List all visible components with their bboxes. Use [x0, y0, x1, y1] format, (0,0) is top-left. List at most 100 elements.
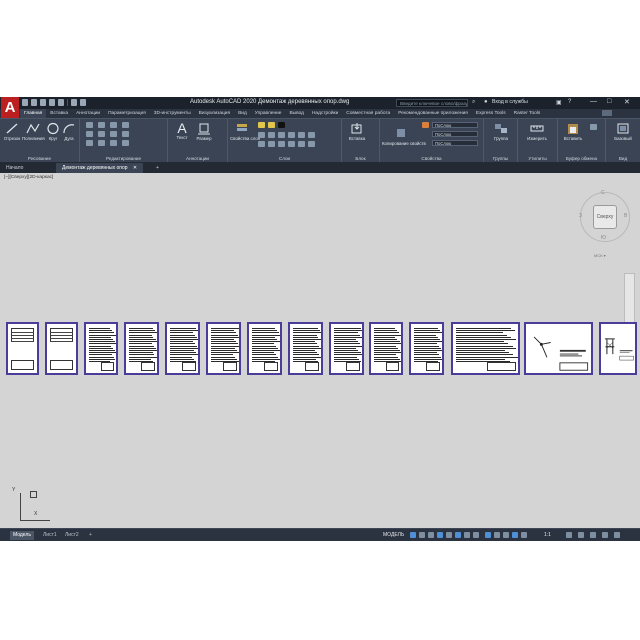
- layer-freeze-icon[interactable]: [268, 122, 275, 128]
- layer-tool-icon[interactable]: [308, 132, 315, 138]
- offset-icon[interactable]: [122, 140, 129, 146]
- drawing-sheet[interactable]: [124, 322, 159, 375]
- tab-collaborate[interactable]: Совместная работа: [342, 109, 394, 118]
- plot-icon[interactable]: [58, 99, 64, 106]
- login-button[interactable]: Вход в службы: [492, 99, 528, 105]
- annotation-visibility-icon[interactable]: [512, 532, 518, 538]
- save-as-icon[interactable]: [49, 99, 55, 106]
- grid-icon[interactable]: [410, 532, 416, 538]
- color-select[interactable]: ПоСлою: [432, 122, 478, 128]
- match-properties-button[interactable]: Копирование свойств: [382, 127, 426, 146]
- layout-tab-model[interactable]: Модель: [10, 531, 34, 540]
- isodraft-icon[interactable]: [446, 532, 452, 538]
- open-icon[interactable]: [31, 99, 37, 106]
- panel-annotation-title[interactable]: Аннотации: [168, 156, 227, 161]
- base-view-button[interactable]: Базовый: [608, 122, 638, 141]
- tab-3d-tools[interactable]: 3D-инструменты: [150, 109, 195, 118]
- clean-screen-icon[interactable]: [602, 532, 608, 538]
- layer-tool-icon[interactable]: [308, 141, 315, 147]
- maximize-button[interactable]: □: [607, 98, 611, 105]
- tab-visualize[interactable]: Визуализация: [195, 109, 234, 118]
- drawing-sheet[interactable]: [6, 322, 39, 375]
- annotation-scale[interactable]: 1:1: [544, 532, 551, 538]
- ortho-icon[interactable]: [428, 532, 434, 538]
- move-icon[interactable]: [86, 122, 93, 128]
- color-wheel-icon[interactable]: [422, 122, 429, 128]
- close-button[interactable]: ✕: [624, 98, 630, 106]
- navigation-bar[interactable]: [624, 273, 635, 323]
- workspace-icon[interactable]: [566, 532, 572, 538]
- drawing-sheet[interactable]: [524, 322, 593, 375]
- drawing-sheet[interactable]: [409, 322, 444, 375]
- layer-tool-icon[interactable]: [288, 141, 295, 147]
- tab-home[interactable]: Главная: [20, 109, 47, 118]
- undo-icon[interactable]: [71, 99, 77, 106]
- help-icon[interactable]: ?: [568, 99, 571, 105]
- drawing-sheet[interactable]: [165, 322, 200, 375]
- ribbon-options-button[interactable]: [602, 110, 612, 116]
- tab-raster-tools[interactable]: Raster Tools: [510, 109, 545, 118]
- tab-start[interactable]: Начало: [0, 163, 29, 173]
- tab-addins[interactable]: Надстройки: [308, 109, 342, 118]
- user-icon[interactable]: ●: [484, 99, 488, 105]
- tab-manage[interactable]: Управление: [251, 109, 286, 118]
- panel-layers-title[interactable]: Слои: [228, 156, 341, 161]
- arc-button[interactable]: Дуга: [62, 122, 76, 141]
- panel-block-title[interactable]: Блок: [342, 156, 379, 161]
- tab-express-tools[interactable]: Express Tools: [472, 109, 510, 118]
- erase-icon[interactable]: [122, 122, 129, 128]
- drawing-sheet[interactable]: [247, 322, 282, 375]
- otrack-icon[interactable]: [464, 532, 470, 538]
- drawing-sheet[interactable]: [599, 322, 637, 375]
- search-input[interactable]: Введите ключевое слово/фразу: [396, 99, 468, 107]
- panel-utilities-title[interactable]: Утилиты: [518, 156, 557, 161]
- layer-tool-icon[interactable]: [268, 141, 275, 147]
- panel-draw-title[interactable]: Рисование: [0, 156, 79, 161]
- new-tab-button[interactable]: +: [150, 163, 165, 173]
- layer-tool-icon[interactable]: [258, 141, 265, 147]
- tab-view[interactable]: Вид: [234, 109, 251, 118]
- measure-button[interactable]: Измерить: [522, 122, 552, 141]
- drawing-sheet[interactable]: [451, 322, 520, 375]
- lineweight-icon[interactable]: [473, 532, 479, 538]
- mirror-icon[interactable]: [98, 131, 105, 137]
- rotate-icon[interactable]: [98, 122, 105, 128]
- explode-icon[interactable]: [122, 131, 129, 137]
- paste-button[interactable]: Вставить: [562, 122, 584, 141]
- drawing-sheet[interactable]: [45, 322, 78, 375]
- tab-parametric[interactable]: Параметризация: [104, 109, 150, 118]
- layout-tab-sheet1[interactable]: Лист1: [40, 531, 60, 540]
- line-button[interactable]: Отрезок: [3, 122, 21, 141]
- tab-insert[interactable]: Вставка: [46, 109, 72, 118]
- redo-icon[interactable]: [80, 99, 86, 106]
- drawing-sheet[interactable]: [206, 322, 241, 375]
- wcs-menu[interactable]: МСК ▾: [594, 253, 606, 258]
- drawing-sheet[interactable]: [84, 322, 118, 375]
- customization-icon[interactable]: [614, 532, 620, 538]
- dimension-button[interactable]: Размер: [194, 122, 214, 141]
- new-icon[interactable]: [22, 99, 28, 106]
- copy-clip-icon[interactable]: [590, 124, 597, 130]
- tab-output[interactable]: Вывод: [285, 109, 308, 118]
- polar-icon[interactable]: [437, 532, 443, 538]
- drawing-sheet[interactable]: [288, 322, 323, 375]
- layer-tool-icon[interactable]: [278, 132, 285, 138]
- hardware-acceleration-icon[interactable]: [590, 532, 596, 538]
- selection-cycling-icon[interactable]: [494, 532, 500, 538]
- panel-modify-title[interactable]: Редактирование: [80, 156, 167, 161]
- panel-groups-title[interactable]: Группы: [484, 156, 517, 161]
- drawing-sheet[interactable]: [329, 322, 364, 375]
- drawing-canvas[interactable]: [−][Сверху][2D-каркас] С В Ю З Сверху МС…: [0, 173, 640, 528]
- snap-icon[interactable]: [419, 532, 425, 538]
- layer-tool-icon[interactable]: [298, 141, 305, 147]
- model-space-toggle[interactable]: МОДЕЛЬ: [383, 532, 404, 538]
- close-tab-icon[interactable]: ✕: [133, 165, 137, 171]
- insert-block-button[interactable]: Вставка: [346, 122, 368, 141]
- layer-on-icon[interactable]: [258, 122, 265, 128]
- polyline-button[interactable]: Полилиния: [22, 122, 45, 141]
- scale-icon[interactable]: [98, 140, 105, 146]
- auto-scale-icon[interactable]: [521, 532, 527, 538]
- array-icon[interactable]: [110, 140, 117, 146]
- circle-button[interactable]: Круг: [46, 122, 60, 141]
- layer-properties-button[interactable]: Свойства слоя: [230, 122, 260, 141]
